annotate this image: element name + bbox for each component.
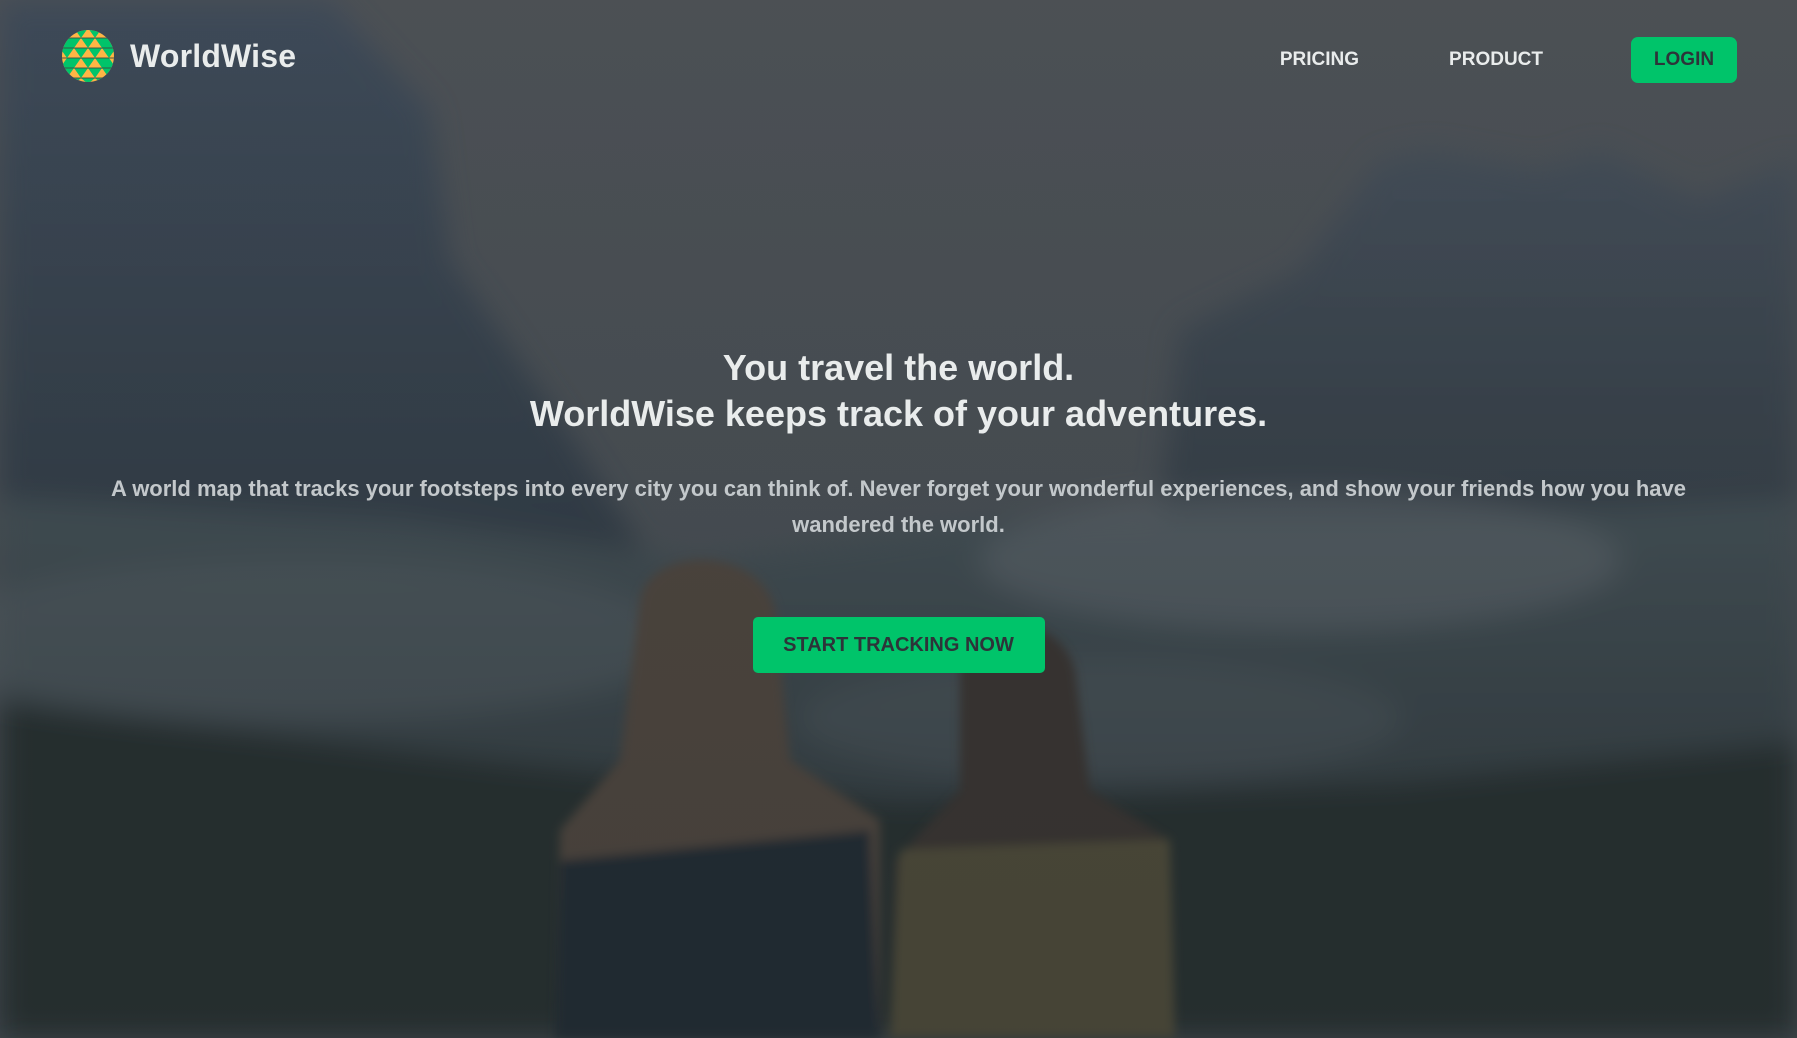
top-navigation: WorldWise PRICING PRODUCT LOGIN [0,0,1797,120]
hero-description: A world map that tracks your footsteps i… [111,476,1686,537]
globe-icon [62,30,114,82]
homepage: WorldWise PRICING PRODUCT LOGIN You trav… [0,0,1797,1038]
login-button[interactable]: LOGIN [1631,37,1737,83]
logo[interactable]: WorldWise [60,28,296,84]
hero-title-line-1: You travel the world. [722,347,1075,388]
hero-title-line-2: WorldWise keeps track of your adventures… [529,393,1268,434]
nav-link-product[interactable]: PRODUCT [1449,49,1543,71]
nav-link-pricing[interactable]: PRICING [1280,49,1359,71]
hero-title: You travel the world. WorldWise keeps tr… [0,345,1797,437]
hero-section: You travel the world. WorldWise keeps tr… [0,345,1797,673]
brand-name: WorldWise [130,37,297,74]
start-tracking-button[interactable]: START TRACKING NOW [752,617,1045,673]
nav-links: PRICING PRODUCT LOGIN [1280,37,1737,83]
